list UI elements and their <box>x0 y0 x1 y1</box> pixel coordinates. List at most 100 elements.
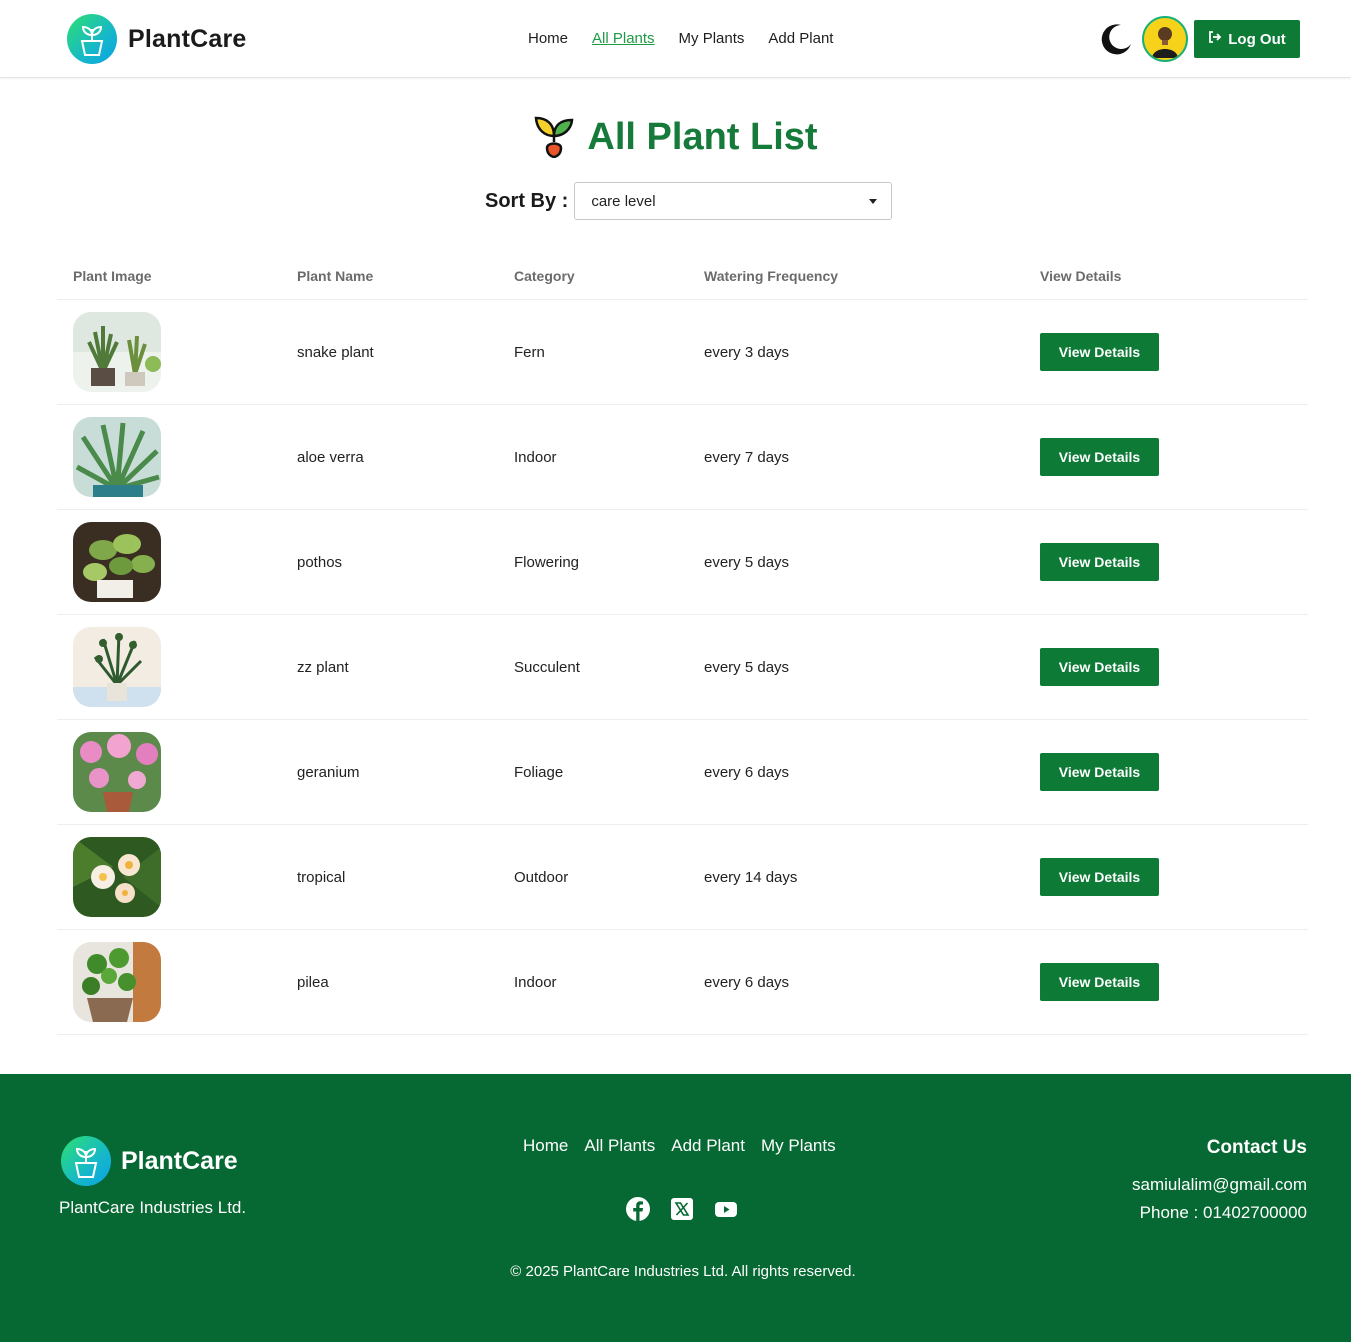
page-title-row: All Plant List <box>0 112 1351 163</box>
sort-select[interactable]: care level <box>574 182 893 220</box>
view-details-button[interactable]: View Details <box>1040 648 1159 686</box>
view-details-button[interactable]: View Details <box>1040 438 1159 476</box>
table-row: pilea Indoor every 6 days View Details <box>57 929 1308 1035</box>
footer-all-plants-link[interactable]: All Plants <box>584 1136 655 1156</box>
header-view-details: View Details <box>1024 252 1308 300</box>
view-details-cell: View Details <box>1024 614 1308 720</box>
logout-label: Log Out <box>1228 30 1286 48</box>
plant-image-cell <box>57 404 281 510</box>
plant-thumbnail <box>73 837 161 917</box>
view-details-cell: View Details <box>1024 299 1308 405</box>
moon-icon[interactable] <box>1100 22 1134 56</box>
plant-name: snake plant <box>281 299 498 405</box>
footer-brand-name: PlantCare <box>121 1146 238 1175</box>
view-details-button[interactable]: View Details <box>1040 963 1159 1001</box>
plant-name: pothos <box>281 509 498 615</box>
plant-name: pilea <box>281 929 498 1035</box>
footer-home-link[interactable]: Home <box>523 1136 568 1156</box>
plant-category: Indoor <box>498 404 688 510</box>
plant-watering: every 6 days <box>688 719 1024 825</box>
plant-image-cell <box>57 509 281 615</box>
plant-name: zz plant <box>281 614 498 720</box>
plant-watering: every 6 days <box>688 929 1024 1035</box>
table-header-row: Plant Image Plant Name Category Watering… <box>57 252 1308 300</box>
sort-selected-value: care level <box>591 192 656 210</box>
contact-email[interactable]: samiulalim@gmail.com <box>1132 1175 1307 1195</box>
plant-watering: every 14 days <box>688 824 1024 930</box>
plant-logo-icon <box>61 1136 111 1186</box>
brand-name: PlantCare <box>128 24 247 53</box>
view-details-cell: View Details <box>1024 509 1308 615</box>
page-title: All Plant List <box>587 116 818 158</box>
youtube-icon[interactable] <box>714 1197 738 1221</box>
contact-title: Contact Us <box>1206 1137 1307 1158</box>
plant-category: Outdoor <box>498 824 688 930</box>
plant-name: tropical <box>281 824 498 930</box>
plant-thumbnail <box>73 732 161 812</box>
plant-category: Succulent <box>498 614 688 720</box>
plant-watering: every 5 days <box>688 614 1024 720</box>
plant-thumbnail <box>73 942 161 1022</box>
nav-home-link[interactable]: Home <box>528 30 568 47</box>
logout-button[interactable]: Log Out <box>1194 20 1300 58</box>
navbar: PlantCare Home All Plants My Plants Add … <box>0 0 1351 78</box>
footer-company: PlantCare Industries Ltd. <box>59 1198 247 1217</box>
plant-logo-icon <box>67 14 117 64</box>
nav-all-plants-link[interactable]: All Plants <box>592 30 655 47</box>
footer-brand[interactable]: PlantCare <box>61 1136 238 1186</box>
footer-nav: Home All Plants Add Plant My Plants <box>523 1136 836 1156</box>
plant-image-cell <box>57 299 281 405</box>
plant-name: aloe verra <box>281 404 498 510</box>
plant-name: geranium <box>281 719 498 825</box>
plant-category: Fern <box>498 299 688 405</box>
x-twitter-icon[interactable] <box>670 1197 694 1221</box>
header-plant-image: Plant Image <box>57 252 281 300</box>
footer: PlantCare PlantCare Industries Ltd. Home… <box>0 1074 1351 1342</box>
plant-thumbnail <box>73 417 161 497</box>
plant-image-cell <box>57 824 281 930</box>
plant-image-cell <box>57 719 281 825</box>
view-details-button[interactable]: View Details <box>1040 333 1159 371</box>
plant-thumbnail <box>73 312 161 392</box>
footer-my-plants-link[interactable]: My Plants <box>761 1136 836 1156</box>
plant-image-cell <box>57 929 281 1035</box>
plant-category: Foliage <box>498 719 688 825</box>
nav-add-plant-link[interactable]: Add Plant <box>768 30 833 47</box>
plant-thumbnail <box>73 522 161 602</box>
header-plant-name: Plant Name <box>281 252 498 300</box>
plant-table: Plant Image Plant Name Category Watering… <box>57 252 1308 1035</box>
facebook-icon[interactable] <box>626 1197 650 1221</box>
table-row: tropical Outdoor every 14 days View Deta… <box>57 824 1308 930</box>
view-details-button[interactable]: View Details <box>1040 858 1159 896</box>
plant-category: Indoor <box>498 929 688 1035</box>
sort-label: Sort By : <box>485 189 569 212</box>
view-details-button[interactable]: View Details <box>1040 543 1159 581</box>
logout-icon <box>1208 30 1222 48</box>
main-nav: Home All Plants My Plants Add Plant <box>528 30 833 47</box>
view-details-cell: View Details <box>1024 929 1308 1035</box>
view-details-button[interactable]: View Details <box>1040 753 1159 791</box>
plant-watering: every 5 days <box>688 509 1024 615</box>
footer-add-plant-link[interactable]: Add Plant <box>671 1136 745 1156</box>
header-watering-frequency: Watering Frequency <box>688 252 1024 300</box>
contact-phone: Phone : 01402700000 <box>1139 1203 1307 1222</box>
plant-category: Flowering <box>498 509 688 615</box>
plant-thumbnail <box>73 627 161 707</box>
copyright: © 2025 PlantCare Industries Ltd. All rig… <box>510 1263 856 1280</box>
plant-watering: every 3 days <box>688 299 1024 405</box>
plant-image-cell <box>57 614 281 720</box>
view-details-cell: View Details <box>1024 824 1308 930</box>
plant-watering: every 7 days <box>688 404 1024 510</box>
table-row: snake plant Fern every 3 days View Detai… <box>57 299 1308 405</box>
user-avatar[interactable] <box>1142 16 1188 62</box>
social-links <box>626 1197 738 1221</box>
table-row: pothos Flowering every 5 days View Detai… <box>57 509 1308 615</box>
header-category: Category <box>498 252 688 300</box>
chevron-down-icon <box>869 198 878 204</box>
table-row: zz plant Succulent every 5 days View Det… <box>57 614 1308 720</box>
table-row: aloe verra Indoor every 7 days View Deta… <box>57 404 1308 510</box>
sprout-icon <box>533 112 575 163</box>
brand[interactable]: PlantCare <box>67 14 247 64</box>
view-details-cell: View Details <box>1024 404 1308 510</box>
nav-my-plants-link[interactable]: My Plants <box>679 30 745 47</box>
